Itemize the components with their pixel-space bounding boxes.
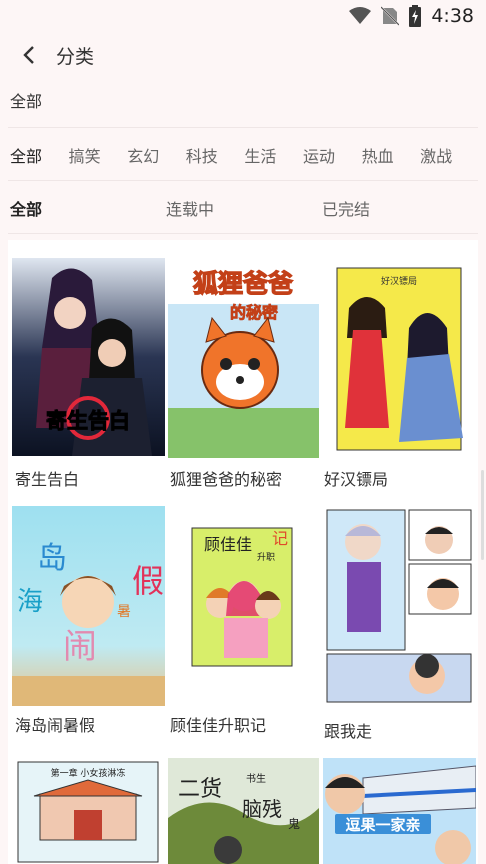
comic-cover: 好汉镖局 [323,258,476,458]
comic-title: 好汉镖局 [324,470,389,489]
genre-sports[interactable]: 运动 [303,143,362,167]
comic-cover: 二货 书生 脑残 鬼 [168,758,319,864]
genre-tech[interactable]: 科技 [186,143,245,167]
cover-title-text: 第一章 小女孩淋冻 [51,767,126,779]
comic-cover [323,506,476,706]
comic-cover: 狐狸爸爸 的秘密 [168,258,319,458]
genre-passion[interactable]: 热血 [362,143,421,167]
comic-title: 顾佳佳升职记 [170,716,267,735]
svg-text:闹: 闹 [63,627,97,667]
section-label: 全部 [10,92,43,111]
cover-title-text: 寄生告白 [46,409,130,433]
genre-battle[interactable]: 激战 [420,143,479,167]
svg-text:假: 假 [132,562,164,600]
comic-cover: 顾佳佳 记 升职 [168,506,321,706]
genre-all[interactable]: 全部 [10,143,69,167]
divider [8,180,478,181]
comic-cover: 寄生告白 [12,258,165,456]
divider [8,127,478,128]
page-title: 分类 [56,45,95,68]
genre-funny[interactable]: 搞笑 [69,143,128,167]
comic-cover: 逗果一家亲 [323,758,476,864]
svg-text:记: 记 [272,529,288,548]
svg-text:暑: 暑 [117,604,131,620]
header: 分类 [0,32,486,78]
status-finished[interactable]: 已完结 [322,196,370,220]
wifi-icon [349,7,372,25]
battery-charging-icon [409,5,422,27]
cover-title-text: 二货 [178,777,222,802]
comic-title: 海岛闹暑假 [15,716,96,735]
status-ongoing[interactable]: 连载中 [166,196,214,220]
svg-text:升职: 升职 [257,552,275,563]
status-bar: 4:38 [0,0,486,32]
scrollbar[interactable] [481,470,484,560]
comic-title: 寄生告白 [15,470,80,489]
cover-title-text: 狐狸爸爸 [193,269,293,298]
comic-cover: 第一章 小女孩淋冻 [12,758,165,864]
genre-fantasy[interactable]: 玄幻 [127,143,186,167]
comic-title: 跟我走 [324,722,373,741]
comic-cover: 岛 海 假 暑 闹 [12,506,165,706]
cover-title-text: 好汉镖局 [381,275,417,287]
status-time: 4:38 [431,5,474,27]
svg-text:海: 海 [17,587,43,617]
cover-title-text: 顾佳佳 [204,535,252,554]
genre-filter: 全部 搞笑 玄幻 科技 生活 运动 热血 激战 [10,143,479,167]
back-arrow-icon[interactable] [22,43,46,67]
cover-title-text: 逗果一家亲 [345,816,420,834]
cover-title-text: 岛 [37,541,67,576]
svg-text:脑残: 脑残 [242,797,282,821]
status-all[interactable]: 全部 [10,196,42,220]
svg-text:书生: 书生 [246,772,266,785]
genre-life[interactable]: 生活 [244,143,303,167]
svg-text:鬼: 鬼 [288,816,300,831]
svg-text:的秘密: 的秘密 [230,303,278,322]
comic-title: 狐狸爸爸的秘密 [170,470,283,489]
no-sim-icon [381,6,400,26]
divider [8,233,478,234]
